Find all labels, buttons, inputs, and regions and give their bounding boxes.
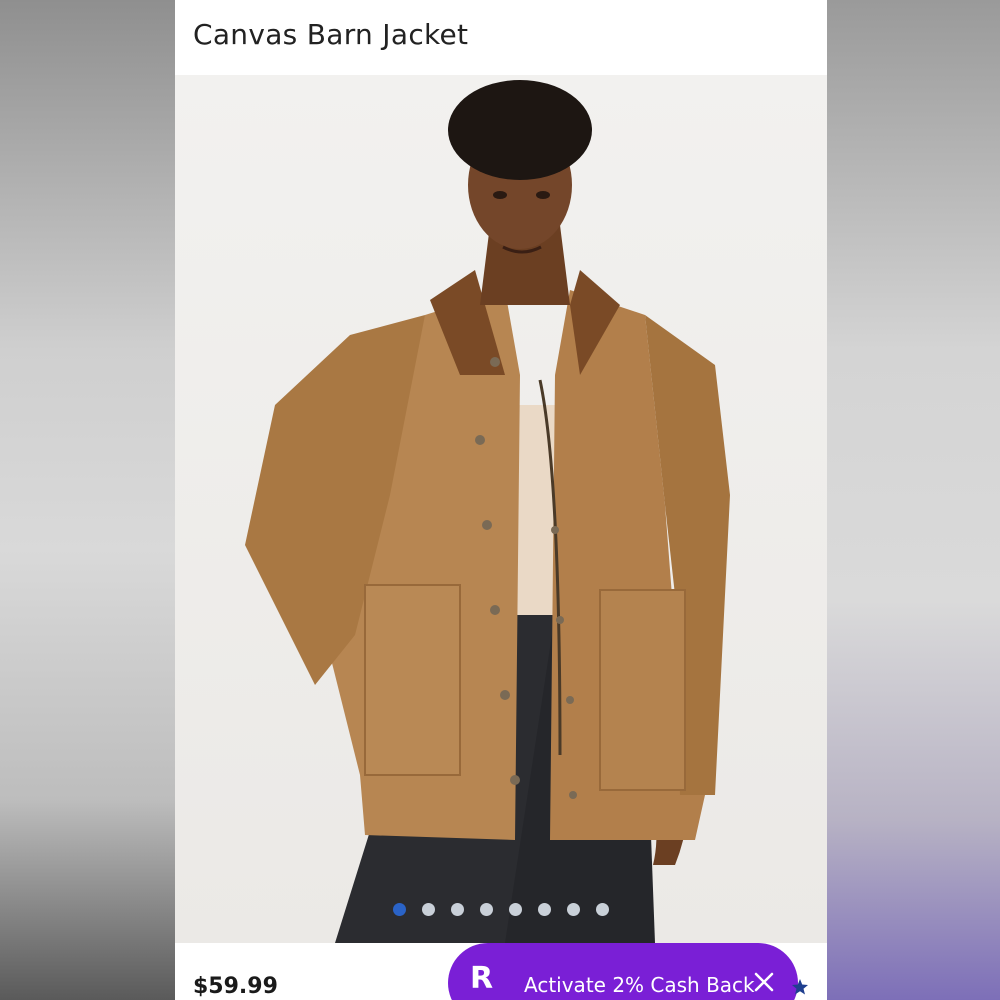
carousel-dot-7[interactable] [567,903,580,916]
cashback-banner[interactable]: R Activate 2% Cash Back [448,943,798,1000]
blurred-backdrop-right [827,0,1000,1000]
blurred-backdrop-left [0,0,175,1000]
star-icon[interactable] [791,978,809,996]
product-title: Canvas Barn Jacket [193,18,469,51]
carousel-dot-4[interactable] [480,903,493,916]
carousel-dot-6[interactable] [538,903,551,916]
carousel-dots[interactable] [393,903,609,917]
cashback-activate-button[interactable]: Activate 2% Cash Back [524,973,755,997]
product-photo-illustration [245,80,730,943]
product-photo[interactable] [175,75,827,943]
rakuten-logo-icon: R [470,961,500,1000]
product-screen: Canvas Barn Jacket $59.99 [175,0,827,1000]
carousel-dot-1[interactable] [393,903,406,916]
carousel-dot-3[interactable] [451,903,464,916]
title-bar: Canvas Barn Jacket [175,0,827,75]
close-icon[interactable] [752,970,776,994]
carousel-dot-5[interactable] [509,903,522,916]
carousel-dot-2[interactable] [422,903,435,916]
carousel-dot-8[interactable] [596,903,609,916]
price-label: $59.99 [193,974,278,999]
